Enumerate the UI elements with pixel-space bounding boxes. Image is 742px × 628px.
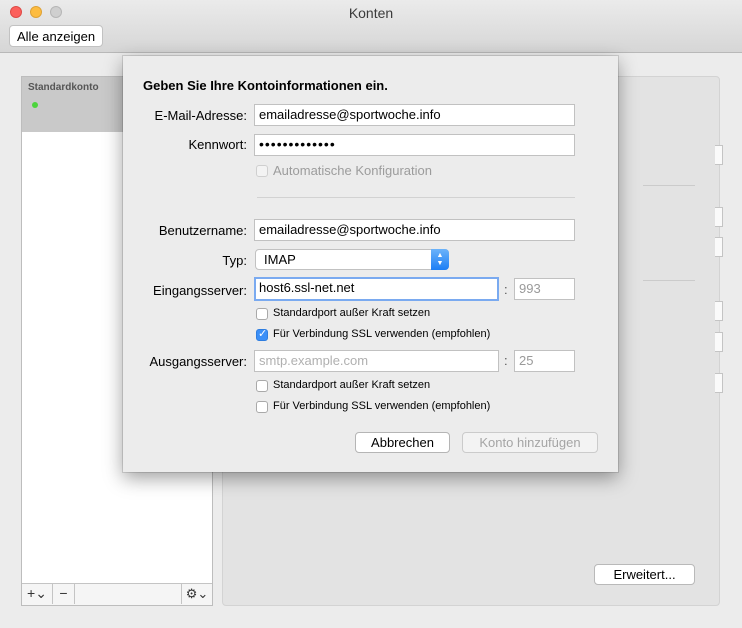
status-dot-icon	[32, 102, 38, 108]
minus-icon: −	[59, 585, 68, 601]
incoming-server-field[interactable]: host6.ssl-net.net	[254, 277, 499, 301]
advanced-button[interactable]: Erweitert...	[594, 564, 695, 585]
ghost-field	[715, 207, 723, 227]
auto-config-label: Automatische Konfiguration	[273, 163, 432, 178]
ghost-divider	[643, 280, 695, 281]
ghost-field	[715, 145, 723, 165]
account-type-value: IMAP	[264, 252, 296, 267]
add-account-button[interactable]: +⌄	[22, 584, 53, 604]
window-title: Konten	[348, 5, 394, 21]
outgoing-server-label: Ausgangsserver:	[149, 354, 247, 369]
gear-icon: ⚙⌄	[185, 586, 209, 601]
account-type-select[interactable]: IMAP ▲ ▼	[255, 249, 449, 270]
cancel-button[interactable]: Abbrechen	[355, 432, 450, 453]
incoming-override-port-label: Standardport außer Kraft setzen	[273, 307, 431, 319]
outgoing-ssl-label: Für Verbindung SSL verwenden (empfohlen)	[273, 400, 491, 412]
outgoing-override-port-label: Standardport außer Kraft setzen	[273, 379, 431, 391]
add-account-confirm-button[interactable]: Konto hinzufügen	[462, 432, 598, 453]
default-account-label: Standardkonto	[28, 82, 99, 93]
sidebar-toolbar: +⌄ − ⚙⌄	[22, 583, 212, 605]
incoming-port-field[interactable]: 993	[514, 278, 575, 300]
plus-icon: +⌄	[27, 585, 47, 601]
title-bar: Konten Alle anzeigen	[0, 0, 742, 53]
section-divider	[257, 197, 575, 198]
incoming-ssl-checkbox[interactable]: ✓	[256, 328, 268, 341]
actions-menu-button[interactable]: ⚙⌄	[181, 584, 212, 604]
outgoing-override-port-checkbox[interactable]	[256, 380, 268, 392]
incoming-override-port-checkbox[interactable]	[256, 308, 268, 320]
accounts-window: Konten Alle anzeigen Standardkonto +⌄ − …	[0, 0, 742, 628]
ghost-field	[715, 237, 723, 257]
username-label: Benutzername:	[158, 223, 247, 238]
account-info-sheet: Geben Sie Ihre Kontoinformationen ein. E…	[123, 56, 618, 472]
type-label: Typ:	[222, 253, 247, 268]
email-label: E-Mail-Adresse:	[154, 108, 247, 123]
ghost-field	[715, 373, 723, 393]
ghost-field	[715, 301, 723, 321]
remove-account-button[interactable]: −	[53, 584, 75, 604]
ghost-field	[715, 332, 723, 352]
show-all-button[interactable]: Alle anzeigen	[9, 25, 104, 47]
auto-config-checkbox[interactable]	[256, 165, 268, 177]
updown-chevron-icon: ▲ ▼	[431, 249, 449, 270]
sheet-heading: Geben Sie Ihre Kontoinformationen ein.	[143, 78, 388, 93]
incoming-server-label: Eingangsserver:	[153, 283, 247, 298]
ghost-divider	[643, 185, 695, 186]
outgoing-server-field[interactable]: smtp.example.com	[254, 350, 499, 372]
outgoing-port-field[interactable]: 25	[514, 350, 575, 372]
email-field[interactable]: emailadresse@sportwoche.info	[254, 104, 575, 126]
port-separator: :	[504, 353, 508, 368]
outgoing-server-placeholder: smtp.example.com	[259, 353, 369, 368]
port-separator: :	[504, 282, 508, 297]
outgoing-ssl-checkbox[interactable]	[256, 401, 268, 413]
password-label: Kennwort:	[188, 137, 247, 152]
incoming-ssl-label: Für Verbindung SSL verwenden (empfohlen)	[273, 328, 491, 340]
username-field[interactable]: emailadresse@sportwoche.info	[254, 219, 575, 241]
password-field[interactable]: •••••••••••••	[254, 134, 575, 156]
checkmark-icon: ✓	[258, 328, 268, 340]
